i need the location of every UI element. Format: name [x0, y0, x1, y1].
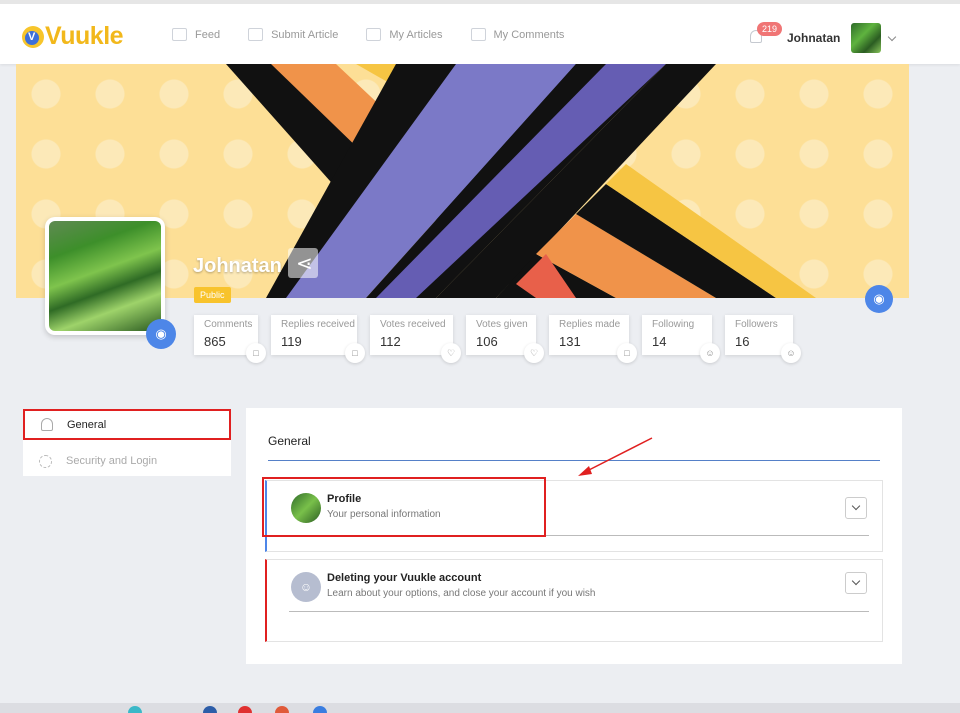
card-divider — [289, 611, 869, 612]
delete-account-card[interactable]: ☺ Deleting your Vuukle account Learn abo… — [265, 559, 883, 642]
avatar[interactable] — [851, 23, 881, 53]
profile-picture — [45, 217, 165, 335]
taskbar-app-icon[interactable] — [275, 706, 289, 713]
sidebar-item-general[interactable]: General — [23, 409, 231, 440]
profile-name: Johnatan — [193, 255, 282, 277]
vuukle-logo[interactable]: V Vuukle — [22, 22, 124, 51]
settings-sidebar: General Security and Login — [23, 409, 231, 476]
stat-replies-received[interactable]: Replies received 119 □ — [271, 315, 365, 363]
stat-followers[interactable]: Followers 16 ☺ — [725, 315, 801, 363]
annotation-highlight-box — [262, 477, 546, 537]
visibility-badge: Public — [194, 287, 231, 303]
users-icon: ☺ — [781, 343, 801, 363]
stats-row: Comments 865 □ Replies received 119 □ Vo… — [194, 315, 801, 363]
stat-comments[interactable]: Comments 865 □ — [194, 315, 266, 363]
expand-delete-button[interactable] — [845, 572, 867, 594]
nav-feed[interactable]: Feed — [172, 28, 220, 41]
feed-icon — [172, 28, 187, 41]
logo-text: Vuukle — [45, 22, 124, 50]
main-nav: Feed Submit Article My Articles My Comme… — [172, 28, 564, 41]
expand-profile-button[interactable] — [845, 497, 867, 519]
heart-plus-icon: ♡ — [441, 343, 461, 363]
change-cover-camera-icon[interactable]: ◉ — [865, 285, 893, 313]
stat-replies-made[interactable]: Replies made 131 □ — [549, 315, 637, 363]
reply-icon: □ — [617, 343, 637, 363]
nav-my-comments[interactable]: My Comments — [470, 28, 564, 41]
user-remove-icon: ☺ — [291, 572, 321, 602]
header-user-name[interactable]: Johnatan — [787, 31, 840, 45]
stat-following[interactable]: Following 14 ☺ — [642, 315, 720, 363]
notification-badge[interactable]: 219 — [757, 22, 783, 36]
comment-icon: □ — [246, 343, 266, 363]
annotation-arrow — [578, 437, 653, 476]
users-icon: ☺ — [700, 343, 720, 363]
taskbar-app-icon[interactable] — [238, 706, 252, 713]
heart-arrow-icon: ♡ — [524, 343, 544, 363]
profile-image — [49, 221, 161, 331]
taskbar-app-icon[interactable] — [128, 706, 142, 713]
person-icon — [41, 418, 53, 431]
sidebar-item-security[interactable]: Security and Login — [23, 446, 231, 476]
reply-icon: □ — [345, 343, 365, 363]
stat-votes-given[interactable]: Votes given 106 ♡ — [466, 315, 544, 363]
nav-submit-article[interactable]: Submit Article — [248, 28, 338, 41]
chevron-down-icon[interactable] — [887, 32, 897, 42]
comments-icon — [470, 28, 486, 41]
logo-icon: V — [22, 25, 44, 48]
taskbar-app-icon[interactable] — [203, 706, 217, 713]
stat-votes-received[interactable]: Votes received 112 ♡ — [370, 315, 461, 363]
taskbar-app-icon[interactable] — [313, 706, 327, 713]
top-bar: V Vuukle Feed Submit Article My Articles… — [0, 0, 960, 64]
submit-article-icon — [248, 28, 264, 41]
taskbar — [0, 703, 960, 713]
change-photo-camera-icon[interactable]: ◉ — [146, 319, 176, 349]
title-divider — [268, 460, 880, 461]
share-icon[interactable] — [288, 248, 318, 278]
page-title: General — [268, 434, 311, 448]
articles-icon — [366, 28, 382, 41]
gear-icon — [39, 454, 52, 468]
nav-my-articles[interactable]: My Articles — [366, 28, 443, 41]
